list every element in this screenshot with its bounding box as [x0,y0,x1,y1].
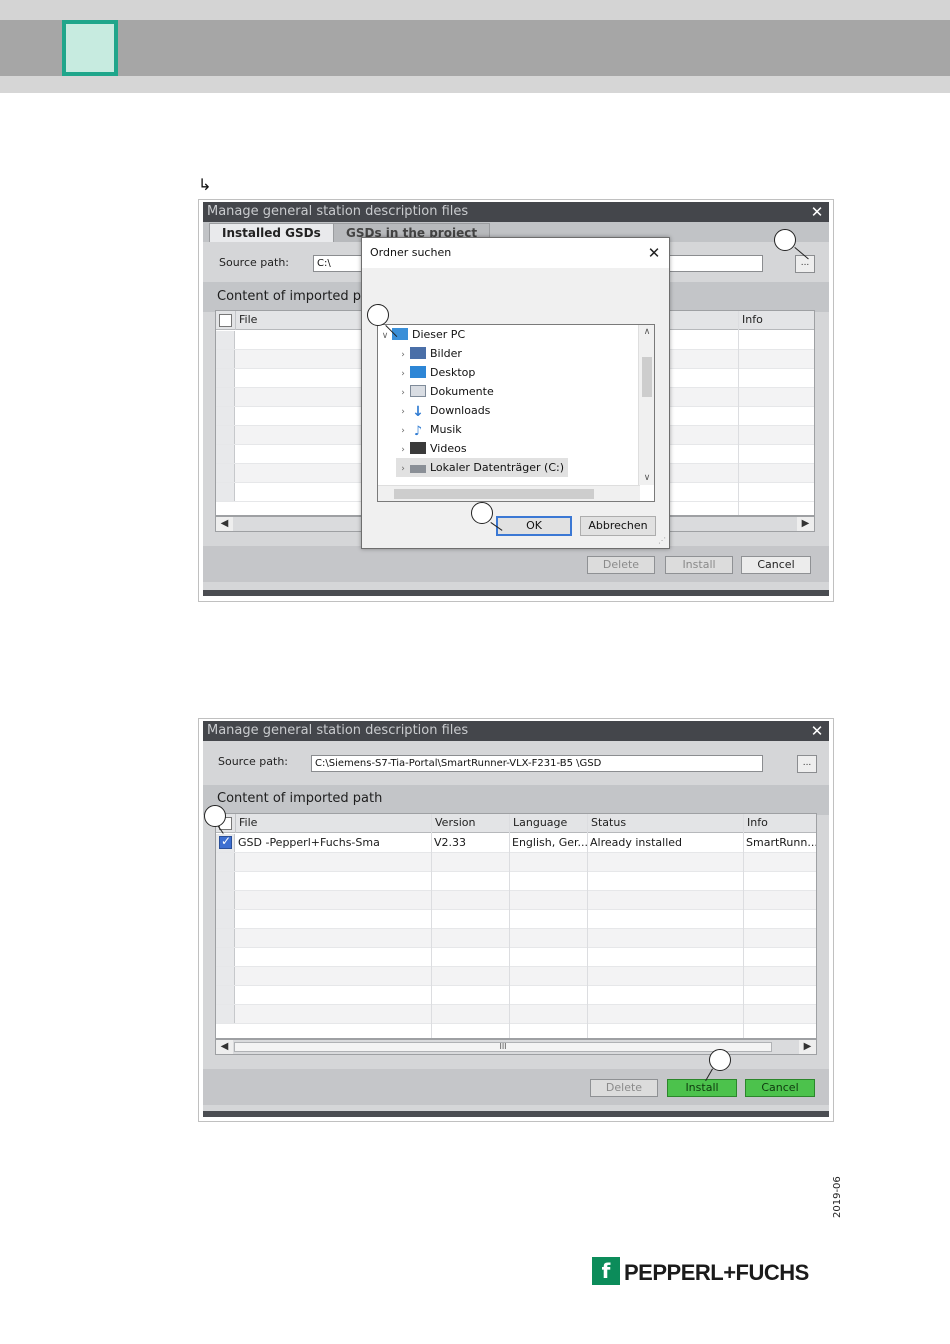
scroll-down-icon[interactable]: ∨ [639,471,654,485]
brand-name: PEPPERL+FUCHS [624,1260,809,1285]
callout-marker [709,1049,731,1071]
cell-language: English, Ger... [512,836,587,849]
install-button[interactable]: Install [667,1079,737,1097]
dialog-bottom-bar [203,1111,829,1117]
downloads-icon: ↓ [412,404,424,420]
tree-item-folder[interactable]: › Videos [396,439,467,458]
table-header: File Version Language Status Info [216,814,816,833]
scroll-left-icon[interactable]: ◀ [216,1040,233,1054]
column-header-file: File [235,311,365,330]
cancel-button[interactable]: Cancel [741,556,811,574]
select-all-checkbox[interactable] [219,314,232,327]
resize-grip-icon[interactable]: ⋰ [658,536,666,545]
ok-button[interactable]: OK [496,516,572,536]
screenshot-install-gsd: Manage general station description files… [198,718,834,1122]
drive-icon [410,465,426,473]
column-header-file: File [235,814,431,833]
delete-button[interactable]: Delete [590,1079,658,1097]
header-bottom-band [0,76,950,93]
chapter-marker [62,20,118,76]
scroll-right-icon[interactable]: ▶ [797,517,814,531]
date-code: 2019-06 [832,1176,843,1218]
tree-item-folder[interactable]: › ↓ Downloads [396,401,490,420]
table-row [216,910,816,929]
browse-button[interactable]: ... [797,755,817,773]
source-path-label: Source path: [219,256,289,269]
scroll-thumb[interactable] [394,489,594,499]
delete-button[interactable]: Delete [587,556,655,574]
table-row [216,872,816,891]
tree-item-folder[interactable]: › Desktop [396,363,475,382]
close-icon[interactable]: ✕ [807,722,827,740]
gsd-table: File Version Language Status Info GSD -P… [215,813,817,1039]
scroll-left-icon[interactable]: ◀ [216,517,233,531]
table-row [216,986,816,1005]
section-title: Content of imported path [217,791,383,806]
desktop-icon [410,366,426,378]
row-checkbox[interactable] [219,834,232,849]
table-row[interactable]: GSD -Pepperl+Fuchs-Sma V2.33 English, Ge… [216,834,816,853]
tree-item-folder[interactable]: › ♪ Musik [396,420,461,439]
tree-item-root[interactable]: ∨ Dieser PC [378,325,465,344]
tree-item-folder[interactable]: › Bilder [396,344,462,363]
popup-title: Ordner suchen [362,238,669,268]
button-bar: Delete Install Cancel [203,546,829,582]
videos-icon [410,442,426,454]
popup-close-icon[interactable]: ✕ [645,240,663,266]
cell-status: Already installed [590,836,683,849]
column-header-version: Version [431,814,509,833]
folder-browse-dialog: Ordner suchen ✕ ∨ Dieser PC › Bilder › Desk… [361,237,670,549]
cell-info: SmartRunn... [746,836,817,849]
dialog-title: Manage general station description files [203,721,829,741]
tree-item-folder[interactable]: › Dokumente [396,382,494,401]
tab-installed-gsds[interactable]: Installed GSDs [209,223,334,242]
dialog-title: Manage general station description files [203,202,829,222]
scroll-thumb[interactable]: III [234,1042,772,1052]
pictures-icon [410,347,426,359]
browse-button[interactable]: ... [795,255,815,273]
callout-marker [471,502,493,524]
source-path-input[interactable]: C:\Siemens-S7-Tia-Portal\SmartRunner-VLX… [311,755,763,772]
result-arrow-icon: ↳ [198,175,212,194]
close-icon[interactable]: ✕ [807,203,827,221]
cell-version: V2.33 [434,836,467,849]
header-band [0,20,950,76]
table-row [216,853,816,872]
column-header-info: Info [743,814,816,833]
section-title: Content of imported pa [217,289,370,304]
folder-tree: ∨ Dieser PC › Bilder › Desktop › Dokumente ›… [377,324,655,502]
music-icon: ♪ [413,424,423,439]
tree-vertical-scrollbar[interactable]: ∧ ∨ [638,325,654,485]
scroll-right-icon[interactable]: ▶ [799,1040,816,1054]
table-row [216,891,816,910]
callout-marker [774,229,796,251]
screenshot-folder-browse: Manage general station description files… [198,199,834,602]
cancel-button[interactable]: Cancel [745,1079,815,1097]
tree-item-drive-c[interactable]: › Lokaler Datenträger (C:) [396,458,569,477]
column-header-info: Info [738,311,814,330]
tree-horizontal-scrollbar[interactable] [378,485,640,501]
manage-gsd-dialog: Manage general station description files… [203,721,829,1117]
source-path-label: Source path: [218,755,288,768]
documents-icon [410,385,426,397]
table-row [216,948,816,967]
scroll-thumb[interactable] [642,357,652,397]
brand-mark-icon: f [592,1257,620,1285]
chevron-right-icon: › [401,464,405,474]
column-header-status: Status [587,814,743,833]
header-top-band [0,0,950,20]
table-row [216,1005,816,1024]
table-row [216,929,816,948]
callout-marker [367,304,389,326]
table-row [216,967,816,986]
callout-marker [204,805,226,827]
scroll-up-icon[interactable]: ∧ [639,325,654,339]
column-header-language: Language [509,814,587,833]
cell-file: GSD -Pepperl+Fuchs-Sma [238,836,380,849]
abbrechen-button[interactable]: Abbrechen [580,516,656,536]
button-bar: Delete Install Cancel [203,1069,829,1105]
install-button[interactable]: Install [665,556,733,574]
dialog-bottom-bar [203,590,829,596]
